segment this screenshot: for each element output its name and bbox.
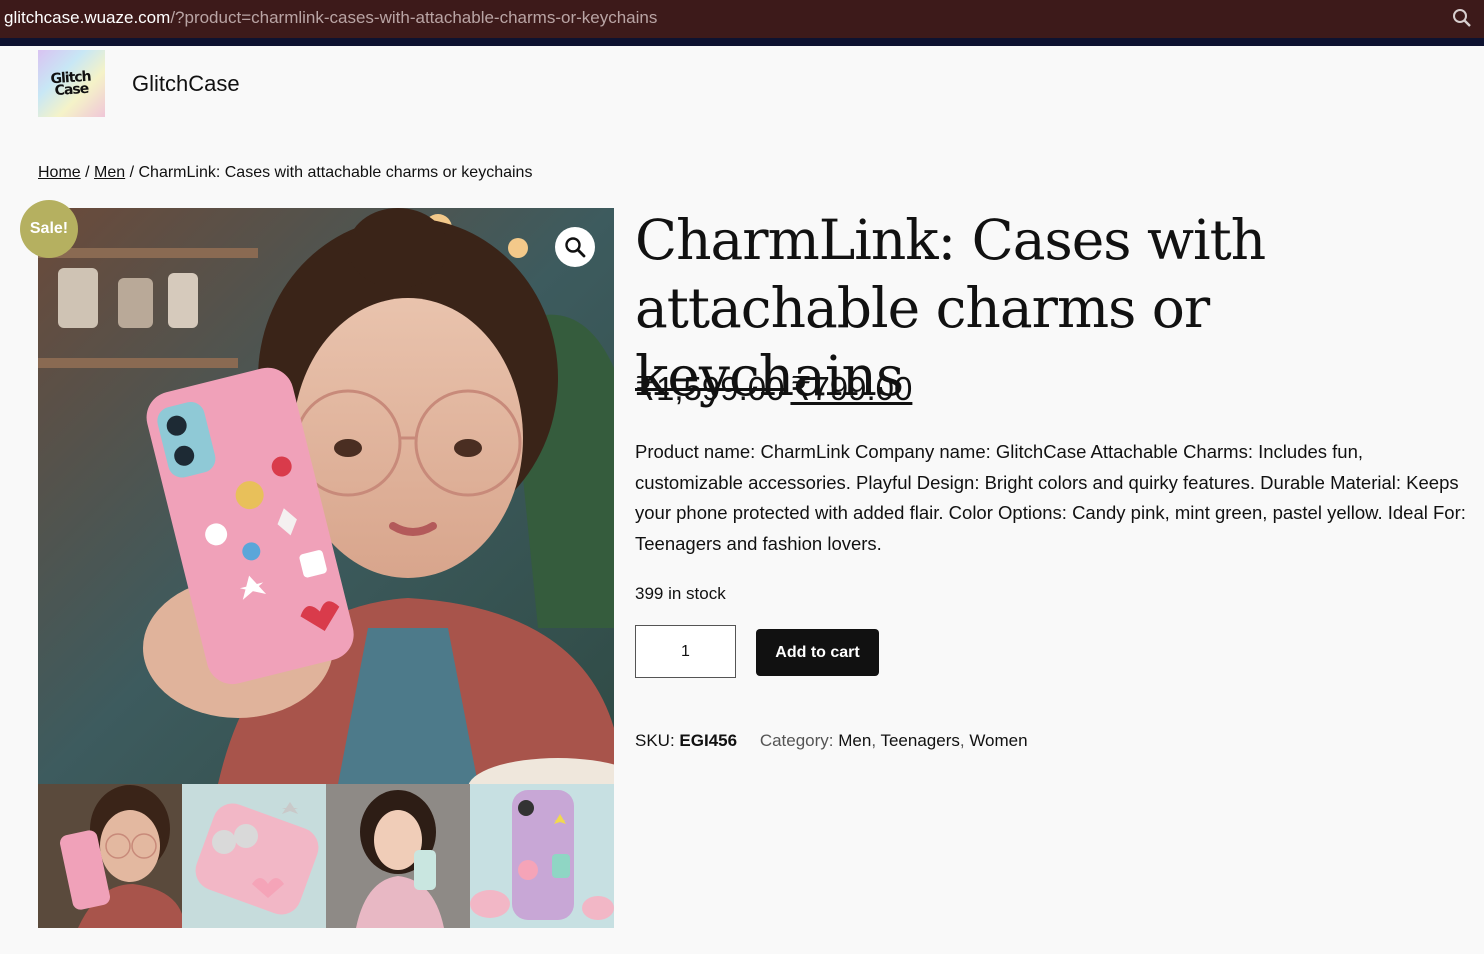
thumbnail-illustration (38, 784, 182, 928)
breadcrumb: Home / Men / CharmLink: Cases with attac… (38, 164, 532, 182)
site-logo[interactable]: Glitch Case (38, 50, 105, 117)
breadcrumb-current: CharmLink: Cases with attachable charms … (138, 164, 533, 181)
product-description: Product name: CharmLink Company name: Gl… (635, 441, 1466, 554)
sku-label: SKU: (635, 731, 675, 750)
thumbnail-illustration (470, 784, 614, 928)
gallery-thumbnail[interactable] (38, 784, 182, 928)
stock-status: 399 in stock (635, 584, 726, 603)
gallery-thumbnail[interactable] (182, 784, 326, 928)
category-link[interactable]: Men (838, 731, 871, 750)
url-host: glitchcase.wuaze.com (4, 8, 171, 27)
price-sale: ₹799.00 (790, 370, 913, 407)
sku-value: EGI456 (679, 731, 738, 750)
breadcrumb-category-link[interactable]: Men (94, 164, 125, 181)
sale-badge: Sale! (20, 200, 78, 258)
gallery-thumbnail[interactable] (470, 784, 614, 928)
price-regular: ₹1,599.00 (635, 370, 785, 407)
address-bar[interactable]: glitchcase.wuaze.com/?product=charmlink-… (0, 0, 1484, 38)
product-main-image[interactable] (38, 208, 614, 784)
breadcrumb-separator: / (125, 164, 139, 181)
image-zoom-button[interactable] (555, 227, 595, 267)
product-meta: SKU: EGI456 Category: Men, Teenagers, Wo… (635, 731, 1028, 751)
logo-text: Glitch Case (50, 68, 92, 99)
quantity-input[interactable] (635, 625, 736, 678)
thumbnail-illustration (182, 784, 326, 928)
product-photo-illustration (38, 208, 614, 784)
add-to-cart-button[interactable]: Add to cart (756, 629, 879, 676)
category-label: Category: (759, 731, 834, 750)
site-title[interactable]: GlitchCase (132, 71, 240, 97)
url-path: /?product=charmlink-cases-with-attachabl… (170, 8, 658, 27)
address-bar-divider (0, 38, 1484, 46)
thumbnail-illustration (326, 784, 470, 928)
category-separator: , (959, 731, 970, 750)
category-link[interactable]: Women (969, 731, 1027, 750)
url-text[interactable]: glitchcase.wuaze.com/?product=charmlink-… (4, 8, 657, 28)
zoom-icon[interactable] (1452, 8, 1472, 28)
breadcrumb-separator: / (80, 164, 95, 181)
magnifier-icon (565, 237, 586, 258)
breadcrumb-home-link[interactable]: Home (38, 164, 81, 181)
product-price: ₹1,599.00 ₹799.00 (635, 369, 912, 408)
category-link[interactable]: Teenagers (880, 731, 959, 750)
gallery-thumbnails (38, 784, 614, 928)
category-meta: Category: Men, Teenagers, Women (760, 731, 1028, 750)
gallery-thumbnail[interactable] (326, 784, 470, 928)
